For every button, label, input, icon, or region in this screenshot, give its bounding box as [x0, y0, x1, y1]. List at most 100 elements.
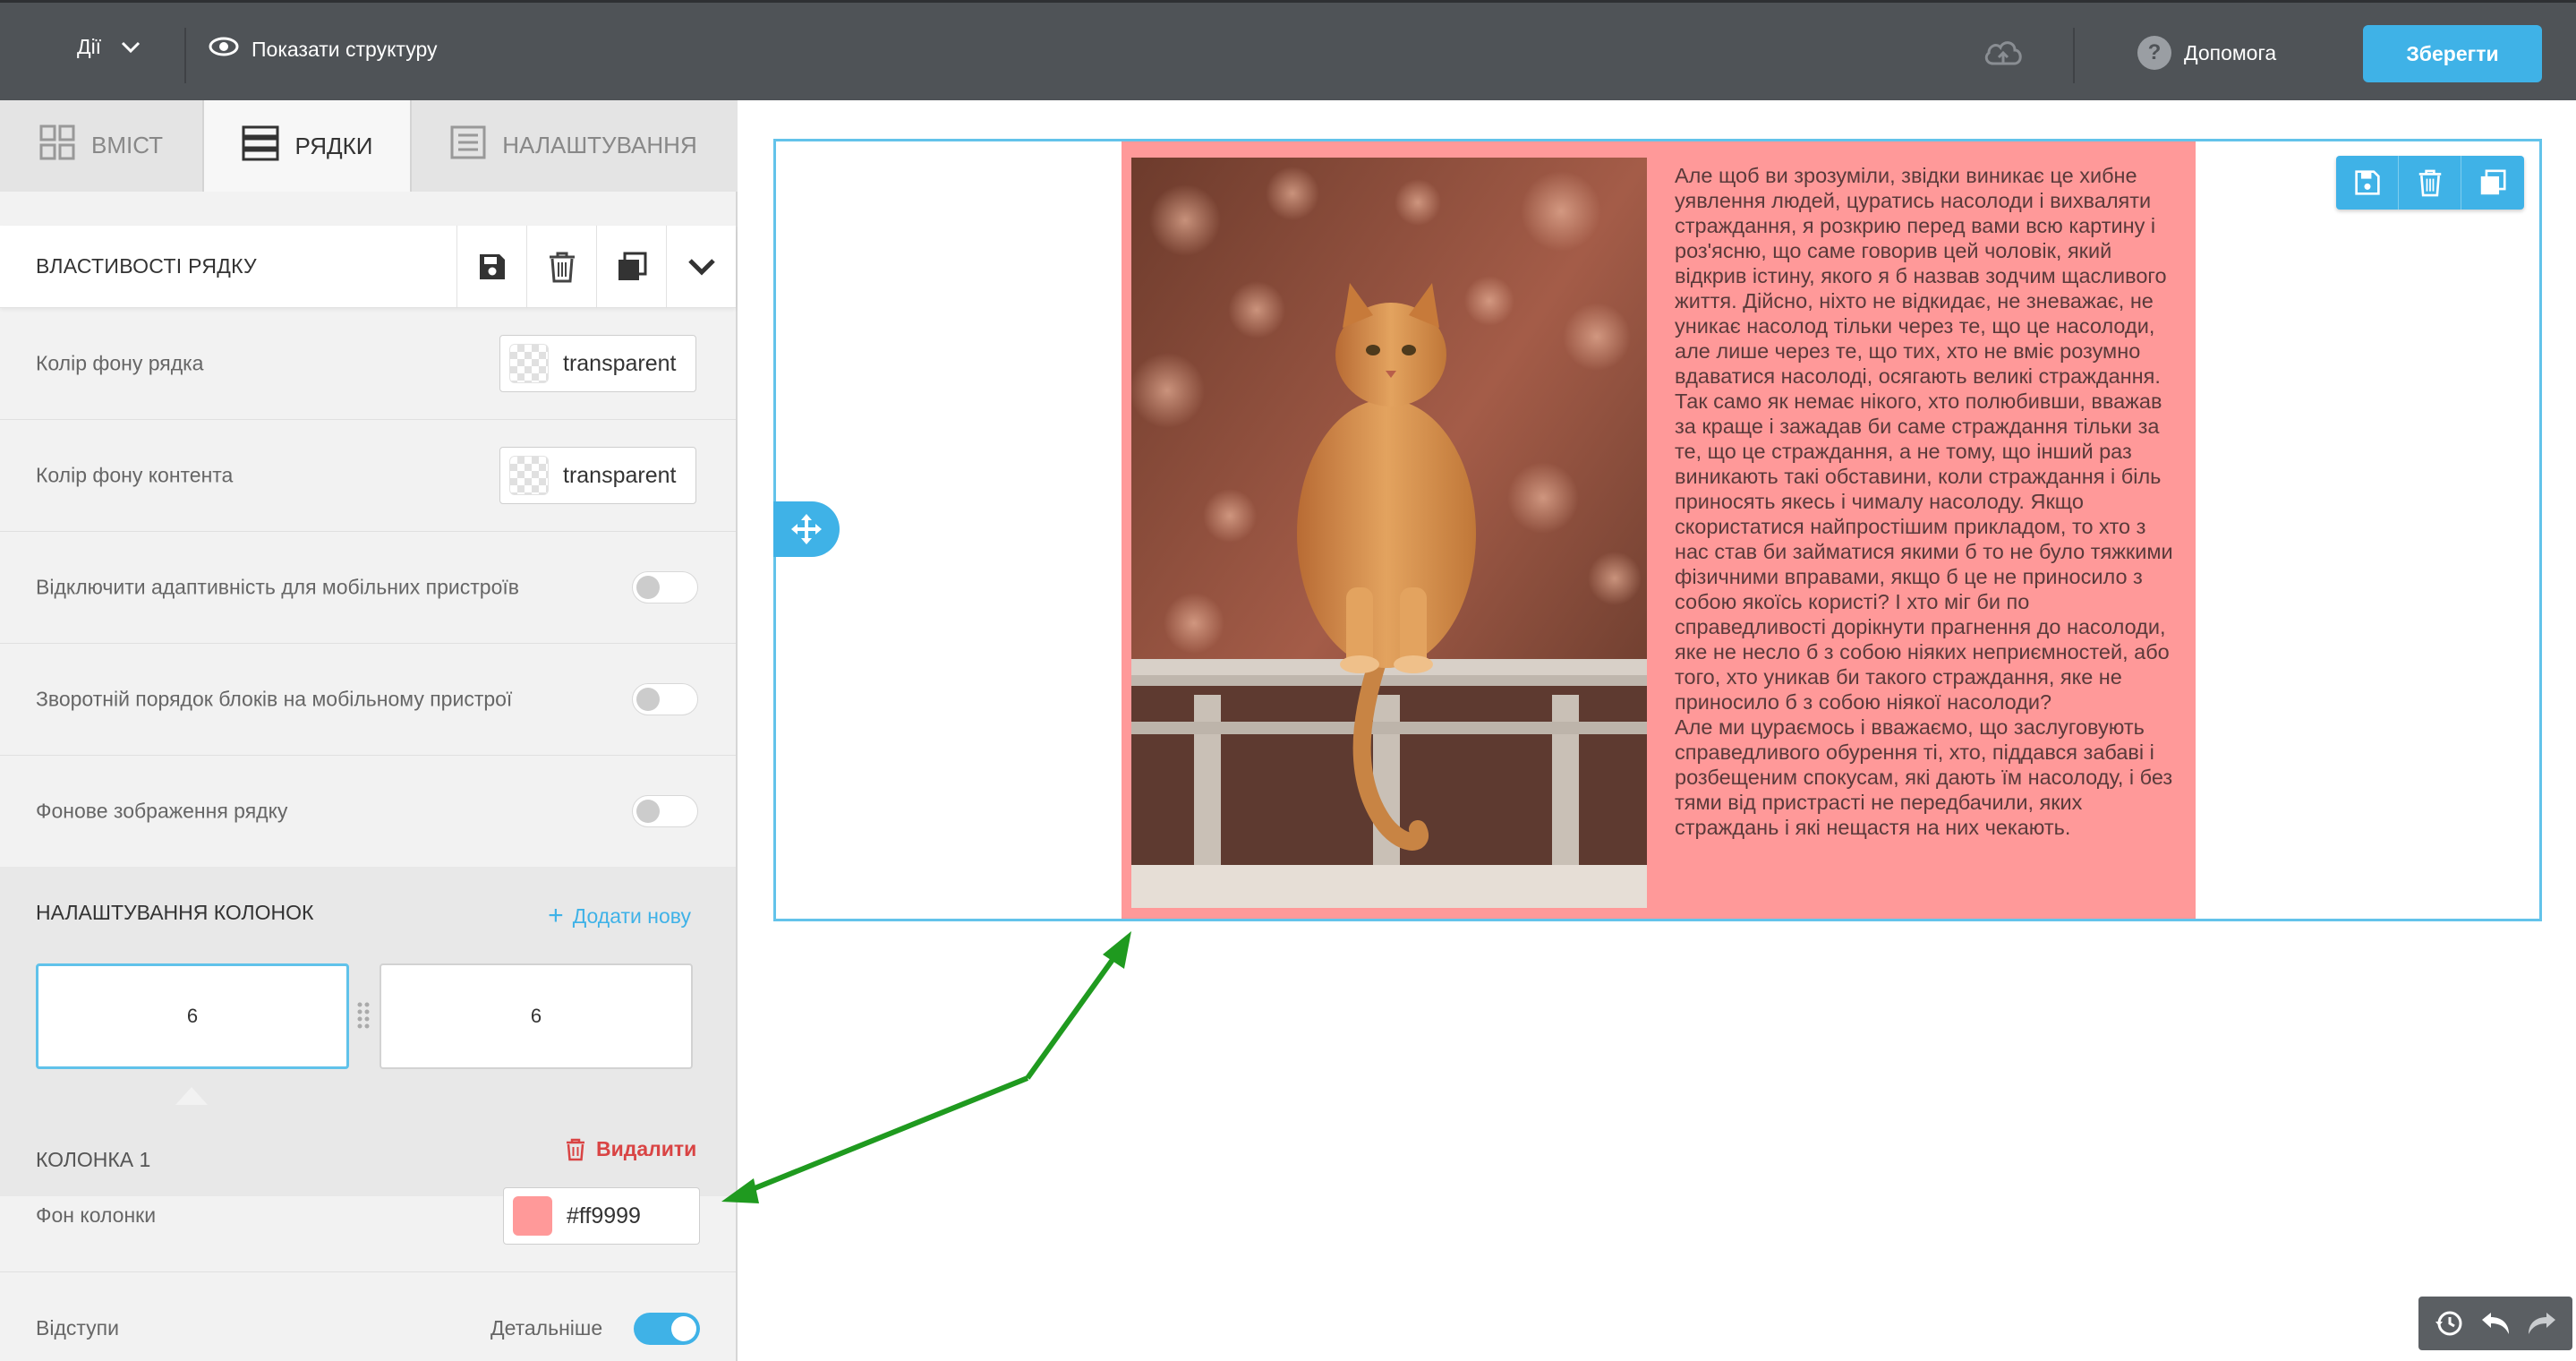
row-properties-actions	[456, 226, 736, 308]
save-row-button[interactable]	[456, 226, 526, 308]
save-icon	[479, 254, 505, 279]
topbar-divider	[184, 28, 186, 83]
sidebar-tabs: ВМІСТ РЯДКИ НАЛАШТУВАННЯ	[0, 100, 738, 192]
tab-settings-label: НАЛАШТУВАННЯ	[502, 131, 697, 158]
eye-icon	[209, 37, 252, 62]
undo-button[interactable]	[2472, 1297, 2519, 1350]
history-toolbar	[2418, 1297, 2572, 1350]
plus-icon: +	[548, 901, 564, 930]
duplicate-icon	[618, 252, 646, 280]
tab-rows[interactable]: РЯДКИ	[202, 100, 412, 192]
redo-button[interactable]	[2519, 1297, 2565, 1350]
save-button[interactable]: Зберегти	[2363, 25, 2542, 82]
transparent-swatch-icon	[509, 456, 549, 495]
grid-icon	[39, 124, 91, 167]
details-toggle[interactable]	[634, 1313, 700, 1345]
reverse-order-setting: Зворотній порядок блоків на мобільному п…	[0, 644, 736, 756]
cloud-upload-icon	[1982, 37, 2025, 74]
top-bar: Дії Показати структуру ? Допомога Зберег…	[0, 0, 2576, 100]
save-icon	[2354, 170, 2380, 195]
color-swatch-icon	[513, 1196, 552, 1236]
help-icon: ?	[2137, 36, 2171, 70]
toggle-knob	[636, 800, 660, 823]
actions-menu[interactable]: Дії	[77, 35, 141, 59]
disable-mobile-setting: Відключити адаптивність для мобільних пр…	[0, 532, 736, 644]
details-label: Детальніше	[490, 1316, 603, 1340]
actions-label: Дії	[77, 35, 102, 58]
help-button[interactable]: ? Допомога	[2137, 36, 2276, 70]
tab-rows-label: РЯДКИ	[294, 132, 373, 159]
topbar-divider	[2073, 28, 2075, 83]
tab-content[interactable]: ВМІСТ	[0, 100, 202, 190]
delete-column-button[interactable]: Видалити	[566, 1137, 696, 1161]
collapse-button[interactable]	[666, 226, 736, 308]
row-properties-title: ВЛАСТИВОСТІ РЯДКУ	[36, 254, 257, 278]
transparent-swatch-icon	[509, 344, 549, 383]
bg-image-setting: Фонове зображення рядку	[0, 756, 736, 868]
disable-mobile-label: Відключити адаптивність для мобільних пр…	[36, 575, 519, 599]
move-row-handle[interactable]	[773, 501, 840, 557]
column1-title: КОЛОНКА 1	[36, 1148, 151, 1171]
column-bg-value: #ff9999	[567, 1203, 641, 1228]
column-box-1[interactable]: 6	[36, 963, 349, 1069]
cloud-upload-button[interactable]	[1982, 37, 2025, 74]
history-button[interactable]	[2426, 1297, 2472, 1350]
add-new-label: Додати нову	[572, 903, 691, 928]
column-text[interactable]: Але щоб ви зрозуміли, звідки виникає це …	[1675, 163, 2183, 840]
move-icon	[791, 514, 822, 544]
chevron-down-icon	[687, 259, 715, 276]
cat-photo[interactable]	[1131, 158, 1647, 908]
bg-image-toggle[interactable]	[632, 795, 698, 827]
show-structure-button[interactable]: Показати структуру	[209, 37, 437, 62]
delete-row-canvas-button[interactable]	[2399, 156, 2461, 210]
redo-icon	[2529, 1313, 2555, 1334]
duplicate-row-button[interactable]	[596, 226, 666, 308]
row-toolbar	[2336, 156, 2524, 210]
divider	[0, 1271, 736, 1272]
toggle-knob	[636, 576, 660, 599]
column-settings-title: НАЛАШТУВАННЯ КОЛОНОК	[36, 901, 314, 924]
row-bg-setting: Колір фону рядка transparent	[0, 308, 736, 420]
chevron-down-icon	[121, 35, 141, 59]
selected-column-pointer	[175, 1087, 208, 1105]
toggle-knob	[636, 688, 660, 711]
column-resize-handle[interactable]	[356, 1001, 371, 1036]
content-bg-color-picker[interactable]: transparent	[499, 447, 696, 504]
content-bg-value: transparent	[563, 462, 677, 488]
trash-icon	[2418, 169, 2441, 197]
settings-list-icon	[450, 124, 502, 167]
column-bg-color-picker[interactable]: #ff9999	[503, 1187, 700, 1245]
row-properties-header: ВЛАСТИВОСТІ РЯДКУ	[0, 226, 736, 308]
trash-icon	[549, 252, 575, 283]
duplicate-icon	[2480, 169, 2506, 195]
tab-settings[interactable]: НАЛАШТУВАННЯ	[412, 100, 736, 190]
help-label: Допомога	[2184, 40, 2277, 64]
bg-image-label: Фонове зображення рядку	[36, 799, 288, 823]
duplicate-row-canvas-button[interactable]	[2461, 156, 2524, 210]
content-bg-setting: Колір фону контента transparent	[0, 420, 736, 532]
rows-icon	[242, 125, 295, 167]
delete-row-button[interactable]	[526, 226, 596, 308]
tab-content-label: ВМІСТ	[90, 131, 164, 158]
show-structure-label: Показати структуру	[252, 37, 438, 61]
arrow-head	[1103, 931, 1131, 969]
column-bg-label: Фон колонки	[36, 1203, 157, 1227]
text-paragraph-2: Але ми цураємось і вважаємо, що заслугов…	[1675, 715, 2173, 839]
toggle-knob	[671, 1316, 696, 1341]
save-row-canvas-button[interactable]	[2336, 156, 2399, 210]
delete-label: Видалити	[596, 1137, 697, 1160]
margins-label: Відступи	[36, 1316, 119, 1340]
reverse-order-label: Зворотній порядок блоків на мобільному п…	[36, 687, 513, 711]
row-bg-value: transparent	[563, 350, 677, 376]
disable-mobile-toggle[interactable]	[632, 571, 698, 603]
undo-icon	[2482, 1313, 2509, 1334]
row-bg-label: Колір фону рядка	[36, 351, 204, 375]
history-icon	[2435, 1311, 2462, 1336]
text-paragraph-1: Але щоб ви зрозуміли, звідки виникає це …	[1675, 164, 2173, 714]
reverse-order-toggle[interactable]	[632, 683, 698, 715]
add-column-button[interactable]: + Додати нову	[548, 903, 691, 929]
column-box-2[interactable]: 6	[380, 963, 693, 1069]
content-bg-label: Колір фону контента	[36, 463, 234, 487]
row-bg-color-picker[interactable]: transparent	[499, 335, 696, 392]
trash-icon	[567, 1138, 584, 1160]
